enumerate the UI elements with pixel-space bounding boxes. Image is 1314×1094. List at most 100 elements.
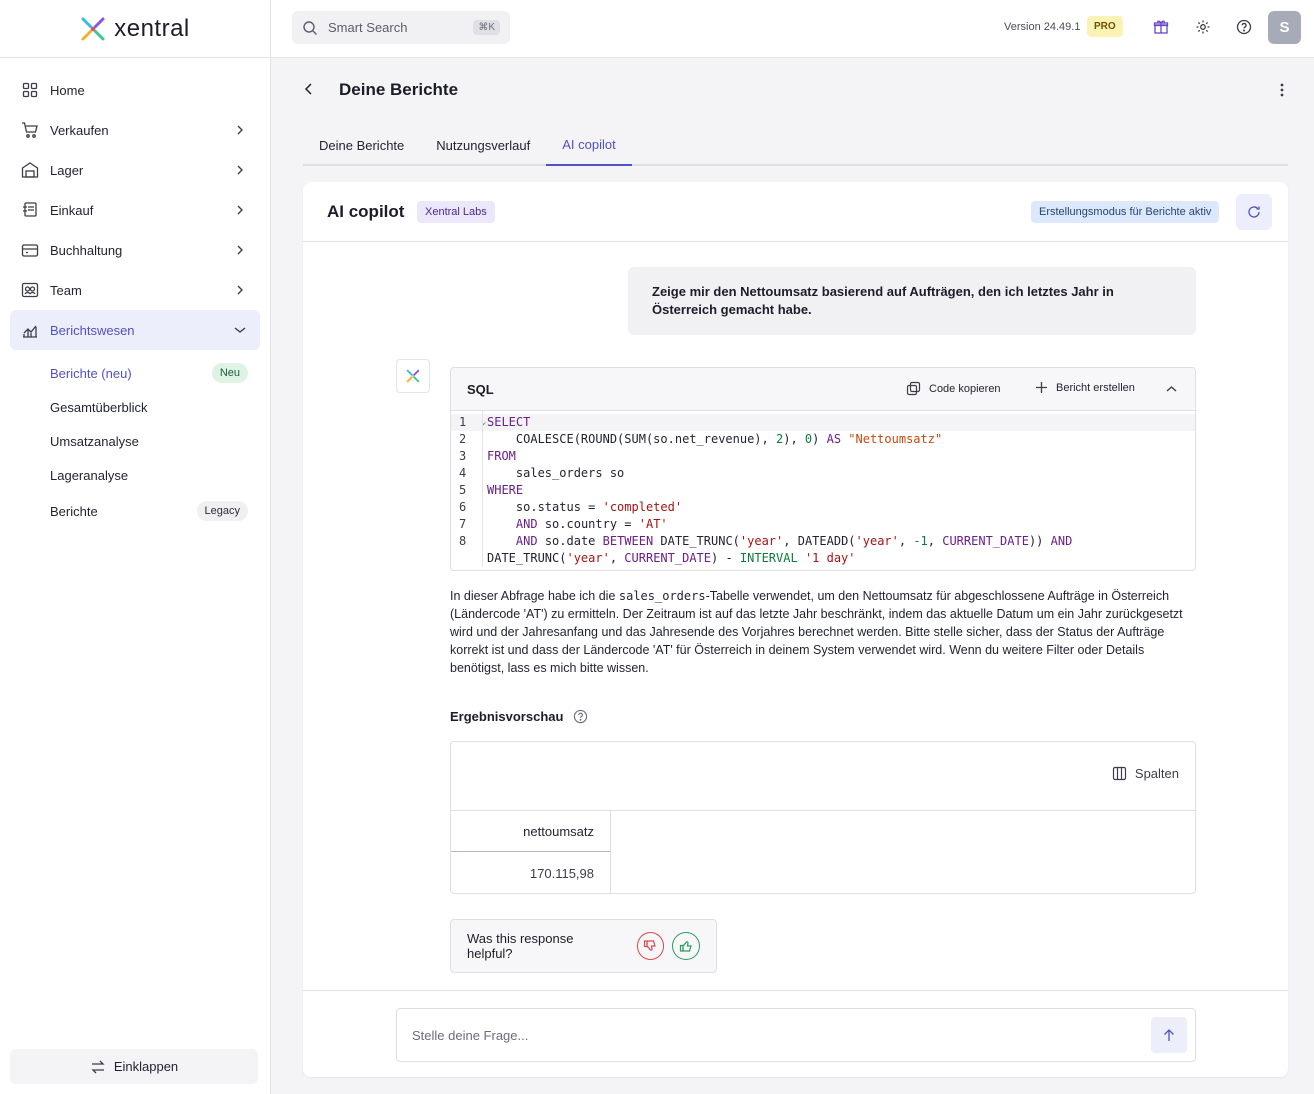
sql-code-block: SQL Code kopieren Bericht erstellen 1 ⌄ SE…: [450, 367, 1196, 571]
sidebar-item-einkauf[interactable]: Einkauf: [10, 190, 260, 230]
topbar: Smart Search ⌘K Version 24.49.1 PRO S: [271, 0, 1314, 58]
chevron-right-icon: [232, 162, 248, 178]
sidebar-item-label: Verkaufen: [50, 122, 109, 138]
sidebar-subitem-berichte-neu[interactable]: Berichte (neu) Neu: [10, 356, 260, 390]
code-line: 1 ⌄ SELECT: [451, 414, 1195, 431]
more-vertical-icon[interactable]: [1273, 81, 1291, 99]
question-input[interactable]: [396, 1008, 1196, 1062]
chevron-up-icon[interactable]: [1163, 381, 1179, 397]
code-line: DATE_TRUNC('year', CURRENT_DATE) - INTER…: [487, 551, 856, 565]
inline-code: sales_orders: [618, 589, 706, 603]
sidebar-item-team[interactable]: Team: [10, 270, 260, 310]
line-number: 1: [459, 415, 467, 429]
collapse-label: Einklappen: [113, 1059, 179, 1074]
gear-icon[interactable]: [1193, 17, 1213, 37]
copilot-title: AI copilot: [327, 202, 405, 221]
chevron-down-icon: [232, 322, 248, 338]
sidebar-subitem-lageranalyse[interactable]: Lageranalyse: [10, 458, 260, 492]
berichtswesen-submenu: Berichte (neu) Neu Gesamtüberblick Umsat…: [0, 356, 270, 528]
sidebar-subitem-gesamtueberblick[interactable]: Gesamtüberblick: [10, 390, 260, 424]
back-arrow-icon[interactable]: [300, 80, 318, 98]
send-button[interactable]: [1151, 1017, 1187, 1053]
search-shortcut: ⌘K: [473, 20, 500, 35]
chevron-right-icon: [232, 242, 248, 258]
tab-deine-berichte[interactable]: Deine Berichte: [303, 124, 420, 166]
xentral-logo-icon: [81, 17, 105, 40]
sql-code[interactable]: 1 ⌄ SELECT 2 COALESCE(ROUND(SUM(so.net_rev…: [451, 411, 1195, 567]
result-preview-table: Spalten nettoumsatz 170.115,98: [450, 741, 1196, 894]
refresh-icon: [1248, 206, 1260, 218]
plan-badge: PRO: [1087, 16, 1123, 37]
warehouse-icon: [20, 160, 40, 180]
create-report-button[interactable]: Bericht erstellen: [1035, 381, 1135, 394]
search-placeholder: Smart Search: [328, 20, 408, 35]
explanation-text: In dieser Abfrage habe ich die: [450, 589, 619, 603]
report-tabs: Deine Berichte Nutzungsverlauf AI copilo…: [303, 124, 1288, 166]
copilot-avatar: [396, 359, 430, 393]
sidebar: xentral Home Verkaufen Lager Einkauf Buc…: [0, 0, 271, 1094]
collapse-sidebar-button[interactable]: Einklappen: [10, 1049, 258, 1084]
chevron-right-icon: [232, 282, 248, 298]
team-icon: [20, 280, 40, 300]
sidebar-item-berichtswesen[interactable]: Berichtswesen: [10, 310, 260, 350]
sql-header: SQL Code kopieren Bericht erstellen: [451, 368, 1195, 411]
column-header-nettoumsatz[interactable]: nettoumsatz: [451, 811, 611, 852]
logo[interactable]: xentral: [0, 0, 270, 58]
sidebar-item-lager[interactable]: Lager: [10, 150, 260, 190]
table-cell: 170.115,98: [451, 852, 611, 894]
copy-icon: [906, 381, 921, 396]
copilot-explanation: In dieser Abfrage habe ich die sales_ord…: [450, 587, 1198, 677]
line-number: 3: [459, 449, 467, 463]
sidebar-item-label: Home: [50, 82, 85, 98]
chevron-right-icon: [232, 122, 248, 138]
create-report-label: Bericht erstellen: [1056, 381, 1135, 394]
line-number: 7: [459, 517, 467, 531]
help-icon[interactable]: [1234, 17, 1254, 37]
code-gutter-divider: [482, 411, 483, 567]
feedback-question: Was this response helpful?: [467, 931, 574, 961]
copy-code-button[interactable]: Code kopieren: [906, 381, 1001, 396]
sidebar-subitem-label: Umsatzanalyse: [50, 433, 139, 449]
tab-nutzungsverlauf[interactable]: Nutzungsverlauf: [420, 124, 546, 166]
sidebar-item-label: Buchhaltung: [50, 242, 123, 258]
new-badge: Neu: [211, 363, 248, 383]
page-title: Deine Berichte: [339, 80, 459, 99]
plus-icon: [1036, 382, 1047, 393]
purchase-icon: [20, 200, 40, 220]
thumbs-down-button[interactable]: [636, 932, 665, 960]
line-number: 8: [459, 534, 467, 548]
sidebar-subitem-umsatzanalyse[interactable]: Umsatzanalyse: [10, 424, 260, 458]
cart-icon: [20, 120, 40, 140]
tab-ai-copilot[interactable]: AI copilot: [546, 124, 632, 166]
code-line: 5 WHERE: [451, 482, 1195, 499]
sidebar-item-label: Berichtswesen: [50, 322, 135, 338]
user-avatar[interactable]: S: [1268, 11, 1301, 44]
code-line: 7 AND so.country = 'AT': [451, 516, 1195, 533]
result-grid: nettoumsatz 170.115,98: [451, 810, 1195, 894]
line-number: 6: [459, 500, 467, 514]
arrow-up-icon: [1164, 1028, 1174, 1041]
sidebar-item-label: Einkauf: [50, 202, 94, 218]
user-message: Zeige mir den Nettoumsatz basierend auf …: [628, 267, 1196, 335]
main-nav: Home Verkaufen Lager Einkauf Buchhaltung…: [0, 58, 270, 528]
code-line: 8 AND so.date BETWEEN DATE_TRUNC('year',…: [451, 533, 1195, 550]
columns-button[interactable]: Spalten: [1112, 766, 1179, 781]
sidebar-item-verkaufen[interactable]: Verkaufen: [10, 110, 260, 150]
sidebar-subitem-berichte-legacy[interactable]: Berichte Legacy: [10, 494, 260, 528]
sidebar-item-buchhaltung[interactable]: Buchhaltung: [10, 230, 260, 270]
sidebar-item-label: Lager: [50, 162, 84, 178]
chart-line-icon: [20, 320, 40, 340]
smart-search-input[interactable]: Smart Search ⌘K: [292, 11, 510, 44]
gift-icon[interactable]: [1151, 17, 1171, 37]
xentral-logo-icon: [406, 369, 420, 383]
sidebar-item-home[interactable]: Home: [10, 70, 260, 110]
refresh-button[interactable]: [1236, 194, 1272, 230]
question-composer: [303, 990, 1288, 1077]
bank-icon: [20, 240, 40, 260]
labs-badge: Xentral Labs: [417, 201, 495, 223]
swap-arrows-icon: [91, 1060, 105, 1073]
thumbs-down-icon: [644, 940, 657, 951]
code-line: 6 so.status = 'completed': [451, 499, 1195, 516]
thumbs-up-button[interactable]: [672, 932, 700, 960]
help-circle-icon[interactable]: [573, 709, 588, 724]
